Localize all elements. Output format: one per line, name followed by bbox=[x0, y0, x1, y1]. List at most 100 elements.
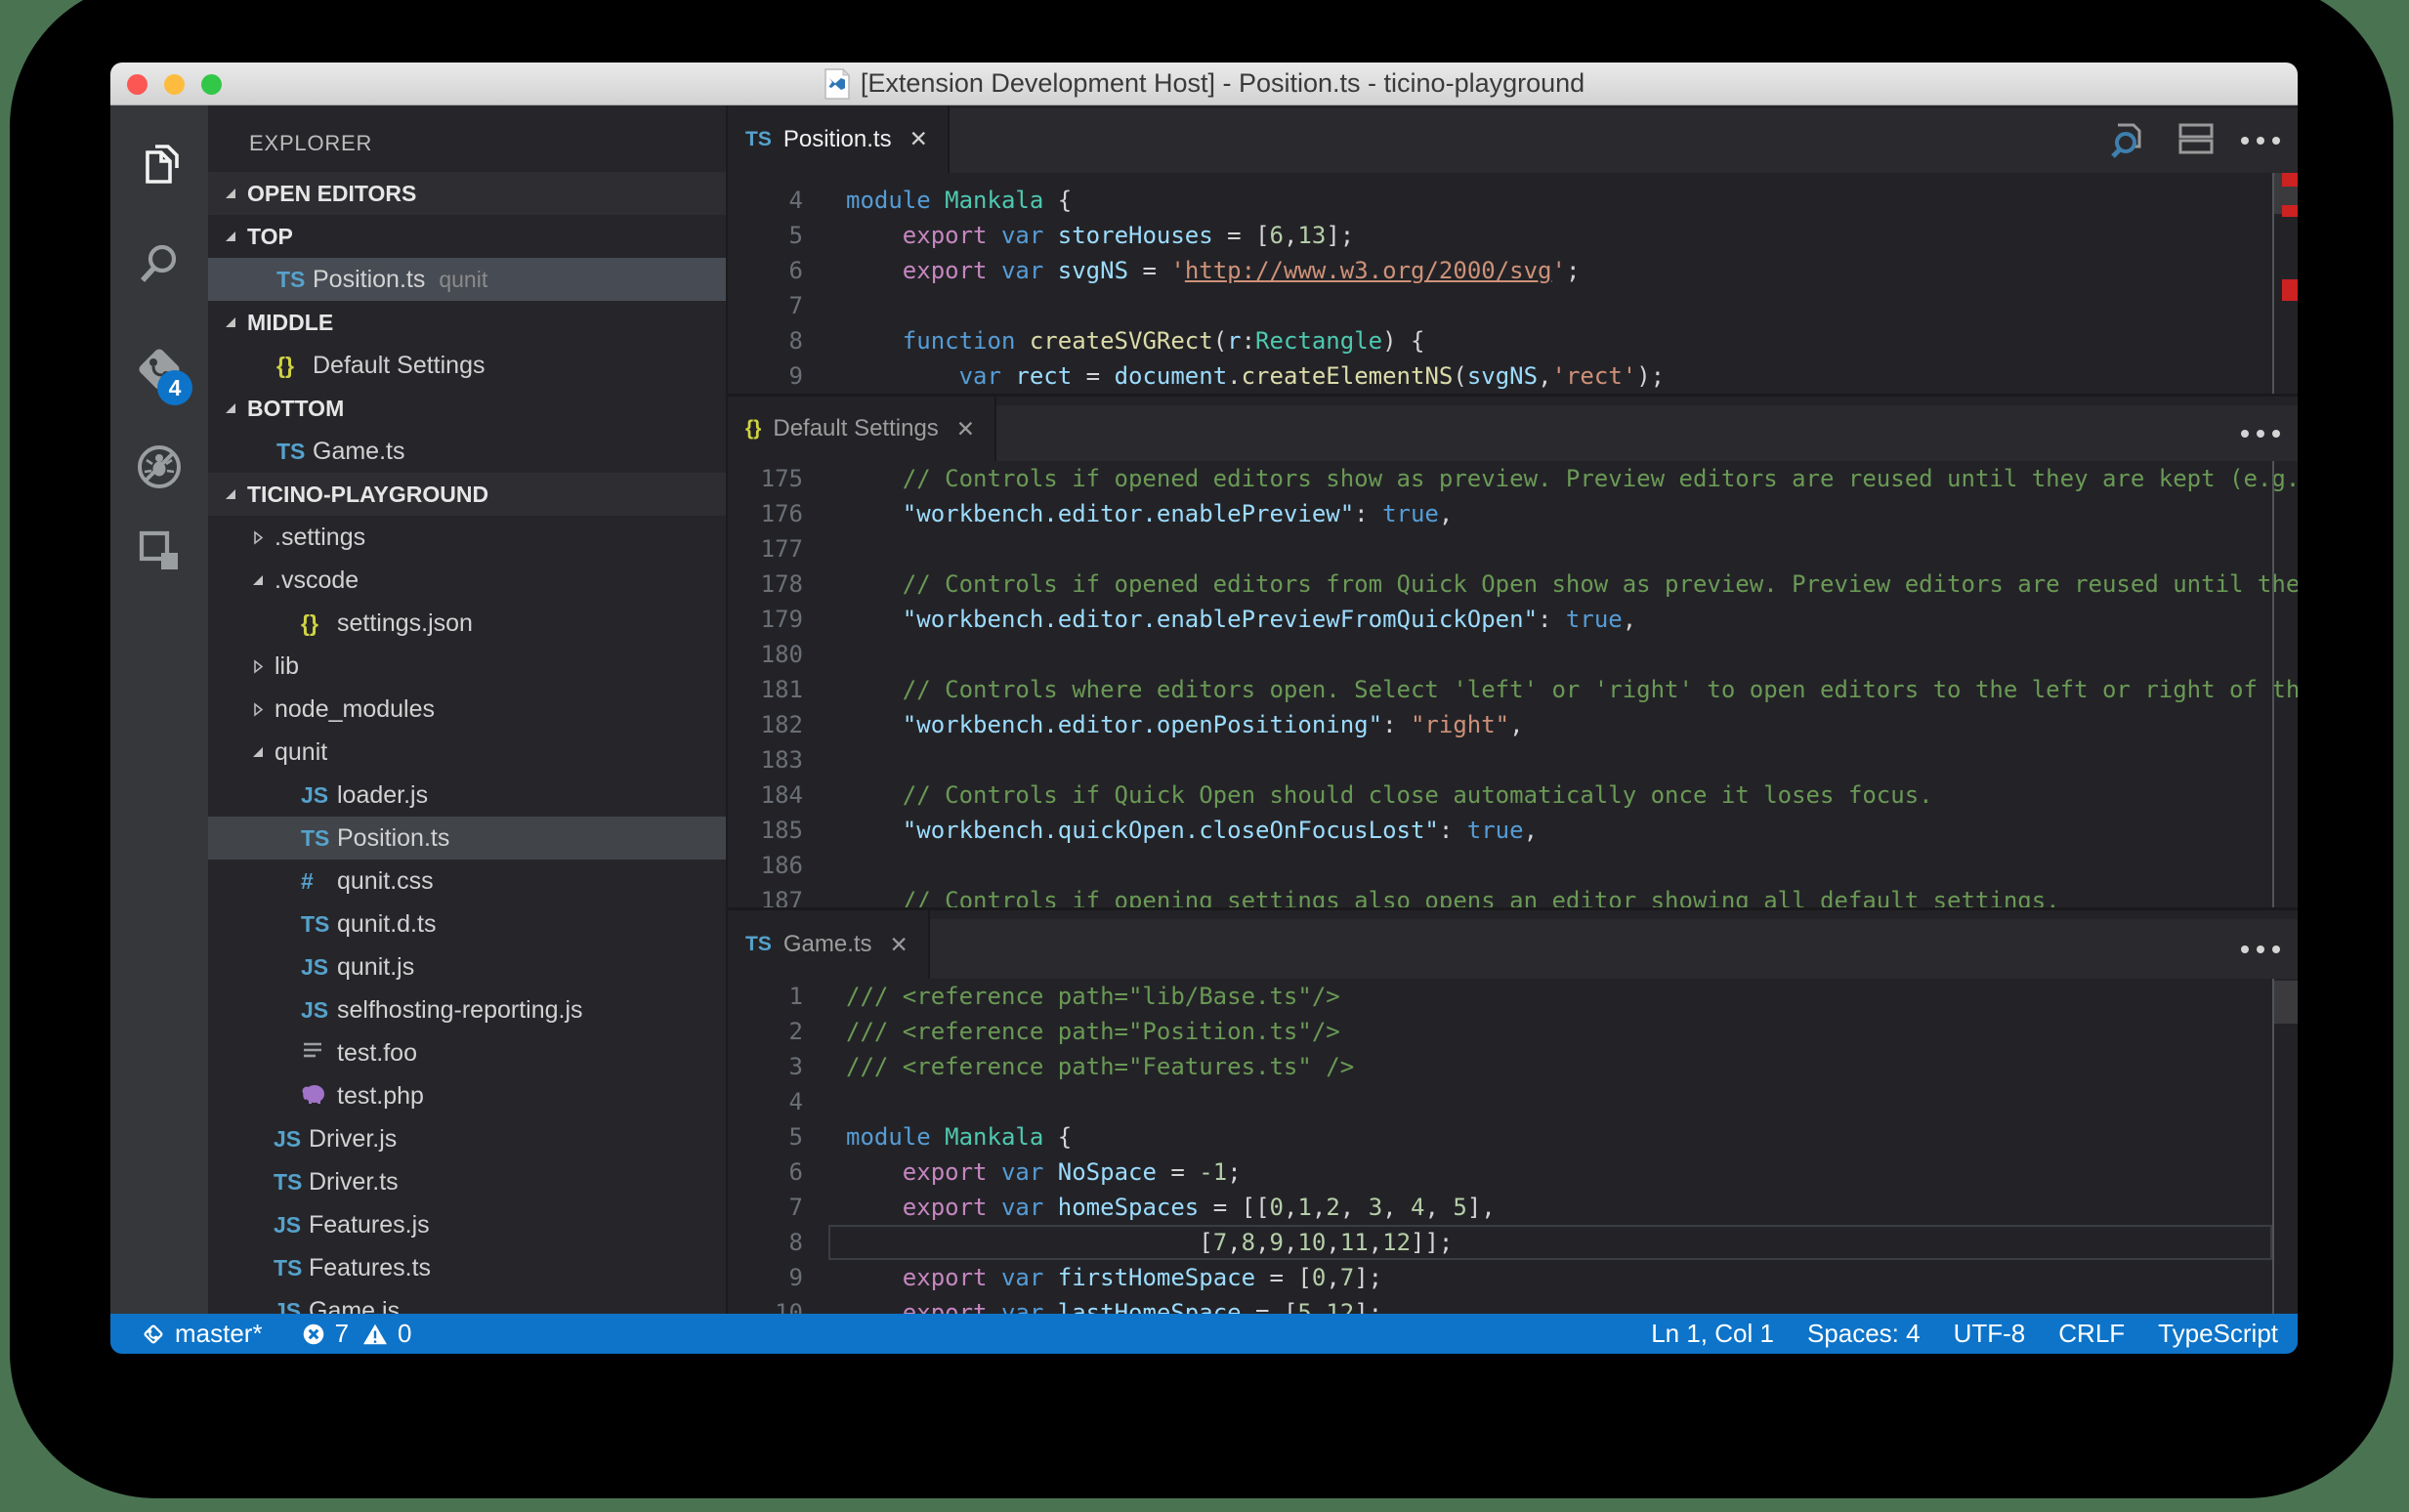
status-warnings[interactable]: 0 bbox=[362, 1319, 411, 1349]
sidebar-item-qunit-css[interactable]: #qunit.css bbox=[208, 860, 726, 903]
git-pending-badge: 4 bbox=[157, 370, 192, 405]
search-icon[interactable] bbox=[135, 238, 184, 292]
file-type-icon: TS bbox=[745, 128, 772, 151]
vscode-document-icon bbox=[824, 68, 851, 100]
code-line[interactable]: 2/// <reference path="Position.ts"/> bbox=[728, 1014, 2298, 1049]
zoom-traffic-light[interactable] bbox=[201, 74, 222, 95]
close-icon[interactable]: ✕ bbox=[890, 932, 909, 958]
status-crlf[interactable]: CRLF bbox=[2058, 1319, 2125, 1349]
file-type-icon: TS bbox=[274, 1168, 302, 1197]
code-line[interactable]: 182 "workbench.editor.openPositioning": … bbox=[728, 707, 2298, 742]
code-line[interactable]: 4module Mankala { bbox=[728, 183, 2298, 218]
code-line[interactable]: 5module Mankala { bbox=[728, 1119, 2298, 1155]
status-utf-8[interactable]: UTF-8 bbox=[1954, 1319, 2026, 1349]
debug-disabled-icon[interactable] bbox=[134, 441, 185, 497]
twistie-icon bbox=[250, 524, 266, 552]
tab-default-settings[interactable]: {}Default Settings✕ bbox=[728, 397, 996, 461]
scrollbar-slider[interactable] bbox=[2274, 981, 2298, 1024]
sidebar-item-qunit-d-ts[interactable]: TSqunit.d.ts bbox=[208, 903, 726, 945]
git-branch-icon bbox=[142, 1322, 165, 1347]
close-traffic-light[interactable] bbox=[127, 74, 148, 95]
code-line[interactable]: 7 bbox=[728, 288, 2298, 323]
sidebar-item-middle[interactable]: MIDDLE bbox=[208, 301, 726, 344]
file-type-icon: JS bbox=[301, 953, 328, 982]
code-line[interactable]: 183 bbox=[728, 742, 2298, 777]
sidebar-item-loader-js[interactable]: JSloader.js bbox=[208, 774, 726, 817]
code-line[interactable]: 6 export var svgNS = 'http://www.w3.org/… bbox=[728, 253, 2298, 288]
sidebar-item--vscode[interactable]: .vscode bbox=[208, 559, 726, 602]
more-actions-icon[interactable] bbox=[2241, 430, 2280, 438]
sidebar-item-position-ts[interactable]: TSPosition.tsqunit bbox=[208, 258, 726, 301]
code-line[interactable]: 179 "workbench.editor.enablePreviewFromQ… bbox=[728, 602, 2298, 637]
sidebar-item-bottom[interactable]: BOTTOM bbox=[208, 387, 726, 430]
twistie-icon bbox=[223, 223, 238, 251]
code-line[interactable]: 6 export var NoSpace = -1; bbox=[728, 1155, 2298, 1190]
code-line[interactable]: 3/// <reference path="Features.ts" /> bbox=[728, 1049, 2298, 1084]
errors-icon bbox=[302, 1323, 325, 1346]
code-line[interactable]: 1/// <reference path="lib/Base.ts"/> bbox=[728, 979, 2298, 1014]
preview-icon[interactable] bbox=[2108, 119, 2151, 163]
tab-position-ts[interactable]: TSPosition.ts✕ bbox=[728, 105, 950, 173]
code-line[interactable]: 185 "workbench.quickOpen.closeOnFocusLos… bbox=[728, 813, 2298, 848]
code-line[interactable]: 9 var rect = document.createElementNS(sv… bbox=[728, 358, 2298, 394]
sidebar-item-driver-ts[interactable]: TSDriver.ts bbox=[208, 1160, 726, 1203]
close-icon[interactable]: ✕ bbox=[956, 416, 975, 442]
split-editor-icon[interactable] bbox=[2177, 119, 2216, 163]
sidebar-item-node-modules[interactable]: node_modules bbox=[208, 688, 726, 731]
sidebar-item-qunit[interactable]: qunit bbox=[208, 731, 726, 774]
more-actions-icon[interactable] bbox=[2241, 945, 2280, 953]
twistie-icon bbox=[250, 695, 266, 724]
code-line[interactable]: 4 bbox=[728, 1084, 2298, 1119]
file-type-icon: TS bbox=[274, 1254, 302, 1282]
code-line[interactable]: 178 // Controls if opened editors from Q… bbox=[728, 567, 2298, 602]
sidebar-item-top[interactable]: TOP bbox=[208, 215, 726, 258]
status-spaces-4[interactable]: Spaces: 4 bbox=[1807, 1319, 1921, 1349]
files-icon[interactable] bbox=[135, 141, 184, 194]
file-type-icon: {} bbox=[276, 352, 313, 380]
more-actions-icon[interactable] bbox=[2241, 137, 2280, 145]
status-typescript[interactable]: TypeScript bbox=[2158, 1319, 2278, 1349]
sidebar-item-test-php[interactable]: test.php bbox=[208, 1074, 726, 1117]
sidebar-item-features-ts[interactable]: TSFeatures.ts bbox=[208, 1246, 726, 1289]
code-line[interactable]: 181 // Controls where editors open. Sele… bbox=[728, 672, 2298, 707]
sidebar-item--settings[interactable]: .settings bbox=[208, 516, 726, 559]
code-line[interactable]: 10 export var lastHomeSpace = [5,12]; bbox=[728, 1295, 2298, 1314]
sidebar-item-test-foo[interactable]: test.foo bbox=[208, 1031, 726, 1074]
code-line[interactable]: 175 // Controls if opened editors show a… bbox=[728, 461, 2298, 496]
sidebar-item-game-ts[interactable]: TSGame.ts bbox=[208, 430, 726, 473]
status-errors[interactable]: 7 bbox=[302, 1319, 349, 1349]
code-line[interactable]: 176 "workbench.editor.enablePreview": tr… bbox=[728, 496, 2298, 531]
section-open-editors[interactable]: OPEN EDITORS bbox=[208, 172, 726, 215]
minimize-traffic-light[interactable] bbox=[164, 74, 185, 95]
status-git-branch[interactable]: master* bbox=[142, 1319, 263, 1349]
sidebar-item-qunit-js[interactable]: JSqunit.js bbox=[208, 945, 726, 988]
code-line[interactable]: 7 export var homeSpaces = [[0,1,2, 3, 4,… bbox=[728, 1190, 2298, 1225]
title-bar[interactable]: [Extension Development Host] - Position.… bbox=[110, 63, 2298, 105]
twistie-icon bbox=[250, 652, 266, 681]
twistie-icon bbox=[223, 309, 238, 337]
sidebar-item-features-js[interactable]: JSFeatures.js bbox=[208, 1203, 726, 1246]
extensions-icon[interactable] bbox=[134, 525, 185, 581]
code-line[interactable]: 8 function createSVGRect(r:Rectangle) { bbox=[728, 323, 2298, 358]
code-line[interactable]: 5 export var storeHouses = [6,13]; bbox=[728, 218, 2298, 253]
code-line[interactable]: 9 export var firstHomeSpace = [0,7]; bbox=[728, 1260, 2298, 1295]
code-line[interactable]: 187 // Controls if opening settings also… bbox=[728, 883, 2298, 907]
file-type-icon: {} bbox=[745, 417, 761, 441]
status-ln-1-col-1[interactable]: Ln 1, Col 1 bbox=[1651, 1319, 1774, 1349]
sidebar-item-selfhosting-reporting-js[interactable]: JSselfhosting-reporting.js bbox=[208, 988, 726, 1031]
code-line[interactable]: 180 bbox=[728, 637, 2298, 672]
section-ticino-playground[interactable]: TICINO-PLAYGROUND bbox=[208, 473, 726, 516]
sidebar-item-default-settings[interactable]: {}Default Settings bbox=[208, 344, 726, 387]
git-icon[interactable]: 4 bbox=[132, 342, 187, 401]
sidebar-item-driver-js[interactable]: JSDriver.js bbox=[208, 1117, 726, 1160]
sidebar-item-settings-json[interactable]: {}settings.json bbox=[208, 602, 726, 645]
code-line[interactable]: 184 // Controls if Quick Open should clo… bbox=[728, 777, 2298, 813]
sidebar-item-position-ts[interactable]: TSPosition.ts bbox=[208, 817, 726, 860]
code-line[interactable]: 177 bbox=[728, 531, 2298, 567]
editor-group-game-ts: TSGame.ts✕1/// <reference path="lib/Base… bbox=[728, 910, 2298, 1314]
sidebar-item-lib[interactable]: lib bbox=[208, 645, 726, 688]
sidebar-item-game-js[interactable]: JSGame.js bbox=[208, 1289, 726, 1314]
close-icon[interactable]: ✕ bbox=[909, 126, 928, 152]
tab-game-ts[interactable]: TSGame.ts✕ bbox=[728, 910, 930, 979]
code-line[interactable]: 186 bbox=[728, 848, 2298, 883]
